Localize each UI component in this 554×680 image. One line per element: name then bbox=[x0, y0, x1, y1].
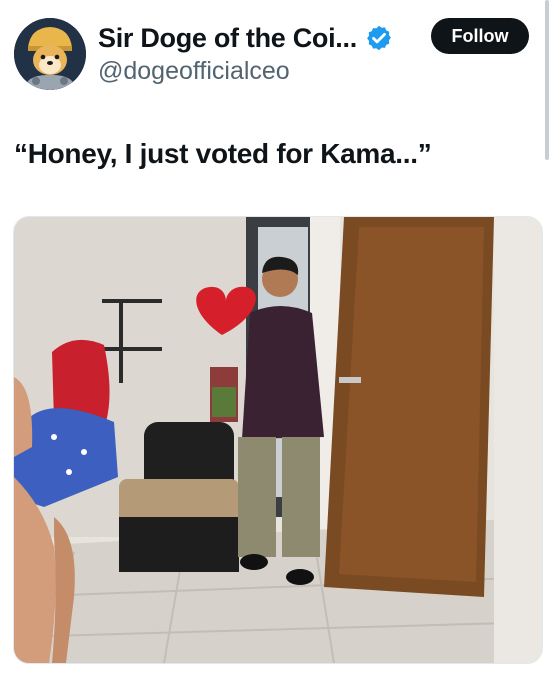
photo-scene-icon bbox=[14, 217, 542, 663]
author-avatar[interactable] bbox=[14, 18, 86, 90]
author-handle[interactable]: @dogeofficialceo bbox=[98, 57, 290, 86]
scrollbar[interactable] bbox=[545, 0, 549, 160]
follow-button[interactable]: Follow bbox=[431, 18, 529, 54]
tweet-header: Sir Doge of the Coi... @dogeofficialceo … bbox=[0, 0, 554, 100]
author-name-row: Sir Doge of the Coi... bbox=[98, 18, 393, 58]
tweet-media-photo[interactable] bbox=[13, 216, 543, 664]
verified-badge-icon bbox=[365, 24, 393, 52]
shiba-doge-icon bbox=[14, 18, 86, 90]
author-display-name[interactable]: Sir Doge of the Coi... bbox=[98, 23, 357, 54]
tweet-text: “Honey, I just voted for Kama...” bbox=[14, 138, 432, 169]
